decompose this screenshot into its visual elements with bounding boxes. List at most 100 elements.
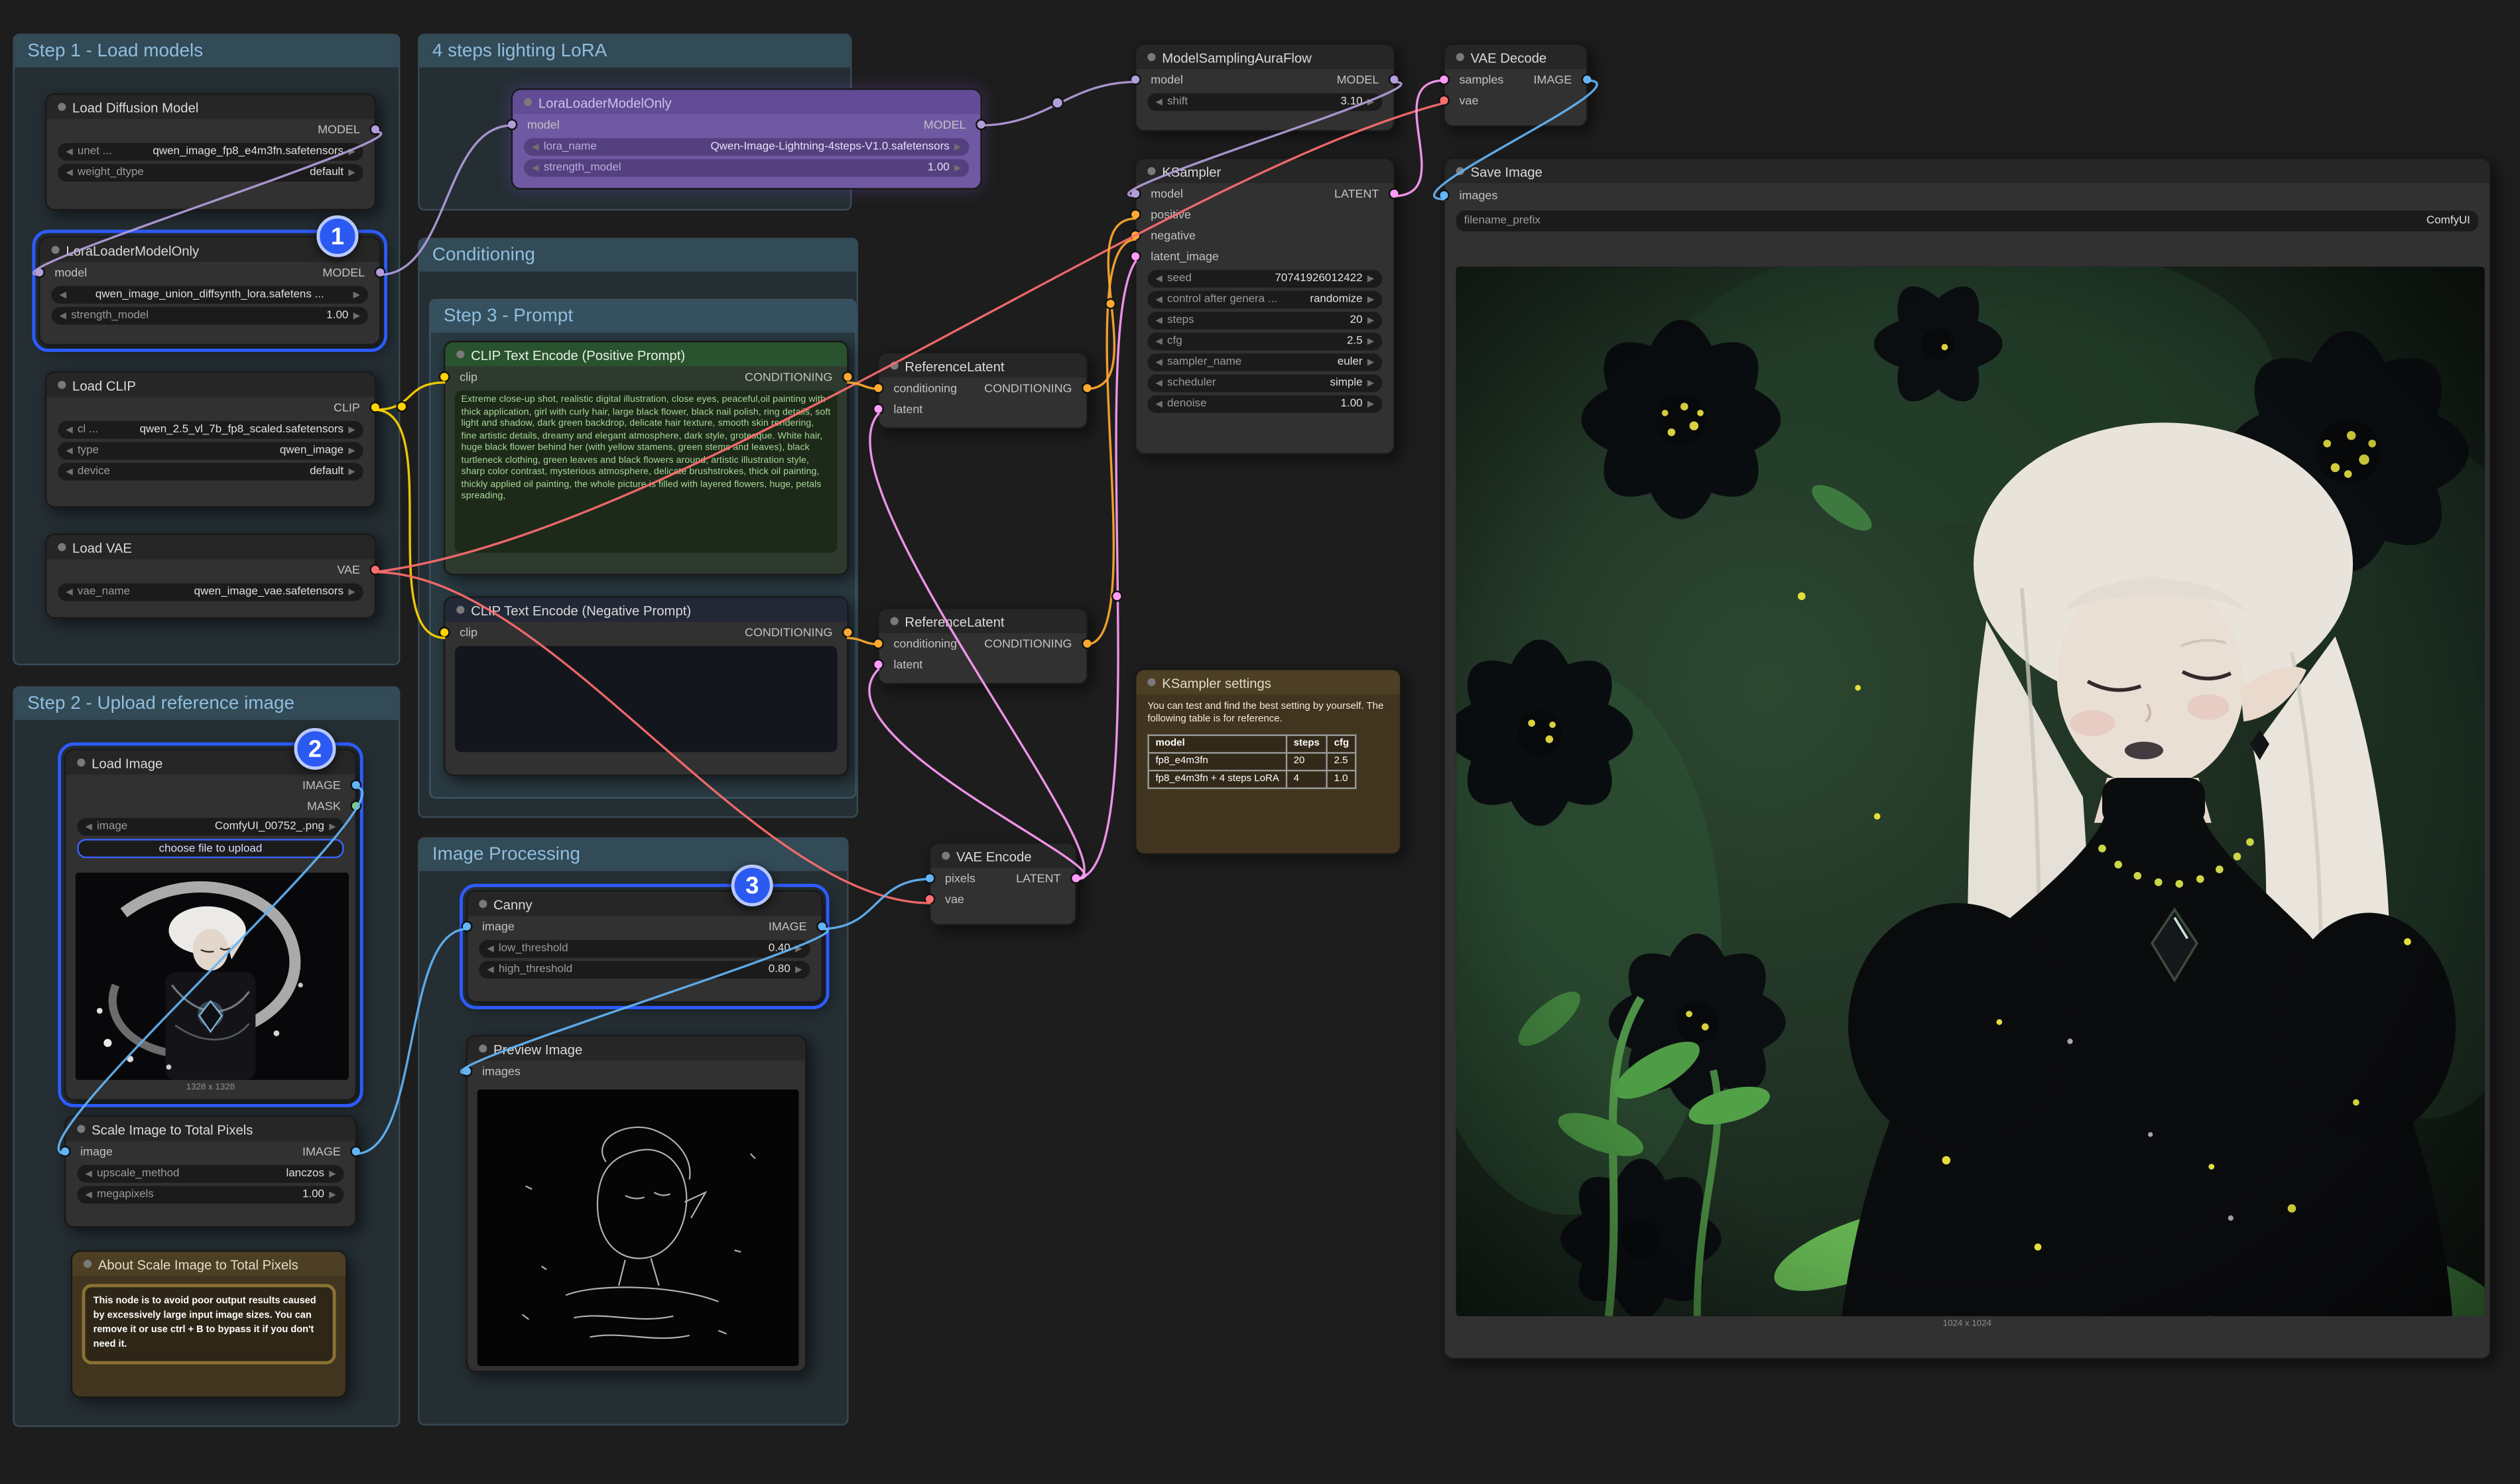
node-title-bar[interactable]: ReferenceLatent	[879, 353, 1087, 377]
node-title-bar[interactable]: Save Image	[1445, 159, 2489, 183]
collapse-dot[interactable]	[456, 606, 464, 614]
collapse-dot[interactable]	[1147, 167, 1155, 175]
positive-prompt-textarea[interactable]: Extreme close-up shot, realistic digital…	[455, 391, 838, 553]
filename-prefix-input[interactable]: filename_prefixComfyUI	[1456, 210, 2478, 231]
node-title-bar[interactable]: Load Diffusion Model	[46, 95, 374, 119]
node-title-bar[interactable]: CLIP Text Encode (Negative Prompt)	[445, 598, 847, 622]
model-input-port[interactable]	[34, 267, 45, 278]
combo-arrow-right[interactable]: ▶	[1367, 399, 1374, 409]
node-scale-image-to-total-pixels[interactable]: Scale Image to Total Pixels imageIMAGE ◀…	[64, 1115, 357, 1228]
image-input-port[interactable]	[60, 1146, 71, 1157]
conditioning-input-port[interactable]	[873, 383, 884, 394]
combo-arrow-left[interactable]: ◀	[85, 822, 92, 832]
combo-arrow-right[interactable]: ▶	[954, 142, 961, 152]
node-load-image[interactable]: Load Image IMAGE MASK ◀imageComfyUI_0075…	[64, 749, 357, 1101]
conditioning-output-port[interactable]	[1082, 383, 1093, 394]
combo-arrow-left[interactable]: ◀	[66, 446, 72, 456]
clip-type-combo[interactable]: ◀typeqwen_image▶	[58, 442, 363, 460]
strength-model-number[interactable]: ◀strength_model1.00▶	[52, 307, 368, 325]
control-after-generate-combo[interactable]: ◀control after genera ...randomize▶	[1147, 291, 1382, 309]
sampler-name-combo[interactable]: ◀sampler_nameeuler▶	[1147, 353, 1382, 371]
combo-arrow-right[interactable]: ▶	[329, 1169, 336, 1179]
combo-arrow-right[interactable]: ▶	[348, 587, 355, 597]
collapse-dot[interactable]	[456, 350, 464, 358]
combo-arrow-left[interactable]: ◀	[66, 467, 72, 477]
combo-arrow-right[interactable]: ▶	[1367, 337, 1374, 347]
scheduler-combo[interactable]: ◀schedulersimple▶	[1147, 375, 1382, 393]
model-output-port[interactable]	[1389, 74, 1400, 85]
unet-name-combo[interactable]: ◀unet ...qwen_image_fp8_e4m3fn.safetenso…	[58, 143, 363, 161]
note-about-scale-image[interactable]: About Scale Image to Total Pixels This n…	[71, 1250, 347, 1398]
collapse-dot[interactable]	[77, 1125, 85, 1133]
collapse-dot[interactable]	[1456, 53, 1464, 61]
combo-arrow-right[interactable]: ▶	[353, 311, 360, 321]
node-title-bar[interactable]: CLIP Text Encode (Positive Prompt)	[445, 342, 847, 366]
vae-input-port[interactable]	[1438, 95, 1450, 106]
combo-arrow-right[interactable]: ▶	[329, 1190, 336, 1200]
combo-arrow-left[interactable]: ◀	[1155, 357, 1162, 367]
combo-arrow-right[interactable]: ▶	[795, 965, 802, 975]
combo-arrow-right[interactable]: ▶	[795, 944, 802, 954]
node-vae-decode[interactable]: VAE Decode samplesIMAGE vae	[1443, 43, 1588, 127]
node-title-bar[interactable]: Preview Image	[468, 1036, 805, 1060]
cfg-number[interactable]: ◀cfg2.5▶	[1147, 333, 1382, 351]
clip-input-port[interactable]	[439, 371, 450, 383]
model-input-port[interactable]	[506, 119, 517, 130]
upscale-method-combo[interactable]: ◀upscale_methodlanczos▶	[77, 1165, 344, 1183]
node-save-image[interactable]: Save Image images filename_prefixComfyUI	[1443, 158, 2491, 1360]
latent-output-port[interactable]	[1389, 188, 1400, 200]
collapse-dot[interactable]	[479, 1044, 487, 1052]
pixels-input-port[interactable]	[924, 873, 936, 884]
combo-arrow-right[interactable]: ▶	[1367, 379, 1374, 389]
collapse-dot[interactable]	[1456, 167, 1464, 175]
negative-prompt-textarea[interactable]	[455, 646, 838, 752]
conditioning-output-port[interactable]	[842, 627, 853, 638]
node-title-bar[interactable]: VAE Encode	[930, 843, 1075, 867]
combo-arrow-left[interactable]: ◀	[1155, 379, 1162, 389]
low-threshold-number[interactable]: ◀low_threshold0.40▶	[479, 940, 810, 958]
choose-file-button[interactable]: choose file to upload	[77, 839, 344, 858]
node-title-bar[interactable]: ReferenceLatent	[879, 609, 1087, 633]
combo-arrow-right[interactable]: ▶	[1367, 295, 1374, 305]
combo-arrow-left[interactable]: ◀	[66, 147, 72, 157]
positive-input-port[interactable]	[1130, 209, 1141, 220]
node-canny[interactable]: Canny imageIMAGE ◀low_threshold0.40▶ ◀hi…	[466, 891, 823, 1003]
group-title[interactable]: Step 2 - Upload reference image	[15, 688, 399, 719]
model-input-port[interactable]	[1130, 188, 1141, 200]
combo-arrow-left[interactable]: ◀	[66, 425, 72, 435]
collapse-dot[interactable]	[84, 1260, 92, 1268]
model-output-port[interactable]	[375, 267, 386, 278]
combo-arrow-left[interactable]: ◀	[1155, 274, 1162, 284]
node-load-diffusion-model[interactable]: Load Diffusion Model MODEL ◀unet ...qwen…	[45, 93, 376, 211]
combo-arrow-left[interactable]: ◀	[66, 168, 72, 178]
combo-arrow-right[interactable]: ▶	[353, 290, 360, 300]
group-title[interactable]: Step 3 - Prompt	[430, 300, 855, 332]
seed-number[interactable]: ◀seed70741926012422▶	[1147, 270, 1382, 288]
combo-arrow-right[interactable]: ▶	[1367, 357, 1374, 367]
node-loraloader-lightning-bypassed[interactable]: LoraLoaderModelOnly modelMODEL ◀lora_nam…	[511, 88, 982, 190]
combo-arrow-left[interactable]: ◀	[1155, 316, 1162, 326]
steps-number[interactable]: ◀steps20▶	[1147, 312, 1382, 330]
conditioning-output-port[interactable]	[1082, 638, 1093, 649]
weight-dtype-combo[interactable]: ◀weight_dtypedefault▶	[58, 164, 363, 182]
group-title[interactable]: 4 steps lighting LoRA	[420, 35, 850, 67]
collapse-dot[interactable]	[479, 900, 487, 908]
note-ksampler-settings[interactable]: KSampler settings You can test and find …	[1135, 668, 1401, 855]
combo-arrow-left[interactable]: ◀	[85, 1169, 92, 1179]
latent-image-input-port[interactable]	[1130, 251, 1141, 262]
combo-arrow-left[interactable]: ◀	[85, 1190, 92, 1200]
images-input-port[interactable]	[1438, 190, 1450, 201]
combo-arrow-right[interactable]: ▶	[348, 168, 355, 178]
combo-arrow-left[interactable]: ◀	[60, 290, 66, 300]
group-title[interactable]: Conditioning	[420, 239, 857, 271]
node-title-bar[interactable]: LoraLoaderModelOnly	[513, 90, 980, 114]
group-title[interactable]: Image Processing	[420, 839, 848, 871]
reroute-dot-conditioning[interactable]	[1105, 299, 1115, 309]
collapse-dot[interactable]	[58, 381, 66, 389]
image-output-port[interactable]	[350, 779, 361, 790]
combo-arrow-left[interactable]: ◀	[66, 587, 72, 597]
latent-input-port[interactable]	[873, 659, 884, 670]
collapse-dot[interactable]	[52, 246, 60, 254]
image-output-port[interactable]	[816, 921, 828, 932]
megapixels-number[interactable]: ◀megapixels1.00▶	[77, 1186, 344, 1204]
